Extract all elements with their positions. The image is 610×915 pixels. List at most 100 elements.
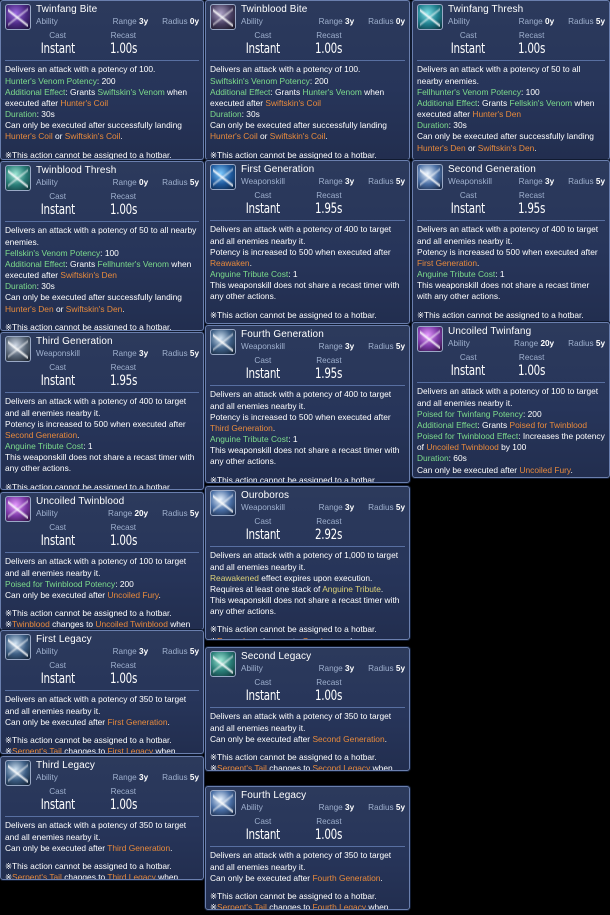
description-line: ※This action cannot be assigned to a hot…	[5, 735, 199, 746]
action-type: Ability	[36, 16, 58, 26]
radius-label: Radius	[162, 348, 190, 358]
cast-value: Instant	[40, 532, 75, 549]
desc-fragment: Additional Effect	[5, 86, 66, 97]
cast-value-wrap: Instant	[210, 688, 300, 706]
desc-fragment: Can only be executed after	[210, 872, 313, 883]
radius-value: 5y	[189, 772, 199, 782]
cast-recast-values: Instant 1.00s	[210, 827, 405, 845]
radius-value: 5y	[395, 176, 405, 186]
cast-value-wrap: Instant	[5, 41, 94, 59]
desc-fragment: Delivers an attack with a potency of 100…	[5, 64, 156, 75]
desc-fragment: Fellhunter's Venom	[97, 258, 169, 269]
tooltip-header: Third Legacy Ability Range 3y Radius 5y	[5, 760, 199, 786]
action-name: First Legacy	[36, 634, 92, 645]
desc-fragment: Uncoiled Twinblood	[426, 442, 499, 453]
desc-fragment: changes to	[61, 872, 108, 880]
range-value: 20y	[134, 508, 149, 518]
header-block: Ouroboros Weaponskill Range 3y Radius 5y	[241, 490, 405, 513]
desc-fragment: or	[257, 131, 270, 142]
cast-recast-values: Instant 1.00s	[5, 533, 199, 551]
radius-stat: Radius 5y	[368, 342, 405, 353]
description-line: Potency is increased to 500 when execute…	[210, 247, 405, 269]
description: Delivers an attack with a potency of 100…	[5, 556, 199, 630]
cast-value-wrap: Instant	[5, 797, 94, 815]
action-name: Twinfang Thresh	[448, 4, 524, 15]
desc-fragment: : 100	[100, 247, 119, 258]
divider	[210, 707, 405, 709]
cast-value: Instant	[40, 372, 75, 389]
cast-recast-values: Instant 1.95s	[417, 201, 605, 219]
radius-value: 0y	[395, 16, 405, 26]
desc-fragment: changes to	[49, 619, 96, 630]
action-type: Ability	[241, 663, 263, 673]
desc-fragment: Can only be executed after successfully …	[210, 120, 387, 131]
recast-value-wrap: 1.00s	[94, 671, 152, 689]
description-line: Delivers an attack with a potency of 50 …	[417, 64, 605, 86]
cast-value-wrap: Instant	[5, 202, 94, 220]
action-type: Ability	[36, 646, 58, 656]
desc-fragment: Ouroboros	[302, 636, 342, 639]
action-name: Third Legacy	[36, 760, 96, 771]
desc-fragment: changes to	[61, 746, 108, 754]
cast-recast-block: Cast Recast Instant 1.00s	[5, 661, 199, 688]
range-stat: Range 3y	[113, 17, 149, 28]
radius-stat: Radius 5y	[568, 17, 605, 28]
desc-fragment: Hunter's Venom	[302, 86, 362, 97]
radius-label: Radius	[368, 502, 396, 512]
recast-value-wrap: 1.00s	[503, 363, 559, 381]
range-value: 3y	[345, 341, 355, 351]
desc-fragment: .	[380, 583, 384, 594]
description-line: Hunter's Venom Potency: 200	[5, 76, 199, 87]
desc-fragment: Swiftskin's Venom Potency	[210, 75, 310, 86]
cast-value-wrap: Instant	[210, 366, 300, 384]
desc-fragment: Delivers an attack with a potency of 350…	[210, 711, 392, 733]
range-label: Range	[112, 772, 140, 782]
action-icon	[5, 496, 31, 522]
desc-fragment: Anguine Tribute Cost	[5, 441, 84, 452]
radius-stat: Radius 5y	[162, 349, 199, 360]
desc-fragment: Second Generation	[5, 429, 78, 440]
action-meta-row: Ability Range 3y Radius 5y	[241, 803, 405, 814]
radius-value: 5y	[395, 802, 405, 812]
action-name: Uncoiled Twinfang	[448, 326, 532, 337]
tooltip-first-legacy: First Legacy Ability Range 3y Radius 5y Cast…	[0, 630, 204, 754]
divider	[417, 60, 605, 62]
recast-value: 1.00s	[109, 40, 137, 57]
cast-recast-block: Cast Recast Instant 1.00s	[5, 787, 199, 814]
recast-value: 1.95s	[518, 200, 546, 217]
description: Delivers an attack with a potency of 350…	[5, 820, 199, 880]
description-line: ※Steel Fangs and Steel Maw change to Fir…	[210, 321, 405, 323]
description-line: ※This action cannot be assigned to a hot…	[5, 150, 199, 159]
cast-recast-values: Instant 1.00s	[417, 363, 605, 381]
desc-fragment: Potency is increased to 500 when execute…	[210, 411, 391, 422]
description-line: ※Reawaken changes to Ouroboros when requ…	[210, 636, 405, 639]
action-icon	[210, 490, 236, 516]
description: Delivers an attack with a potency of 400…	[210, 389, 405, 482]
tooltip-second-legacy: Second Legacy Ability Range 3y Radius 5y Cas…	[205, 647, 410, 771]
desc-fragment: This weaponskill does not share a recast…	[210, 595, 400, 617]
divider	[5, 221, 199, 223]
description-line: ※Serpent's Tail changes to Fourth Legacy…	[210, 902, 405, 910]
action-type: Weaponskill	[241, 502, 285, 512]
radius-value: 5y	[189, 348, 199, 358]
recast-value-wrap: 1.00s	[300, 688, 359, 706]
desc-fragment: Delivers an attack with a potency of 100…	[210, 64, 361, 75]
tooltip-fourth-generation: Fourth Generation Weaponskill Range 3y Radi…	[205, 325, 410, 483]
header-block: Second Legacy Ability Range 3y Radius 5y	[241, 651, 405, 674]
desc-fragment: Duration	[5, 281, 37, 292]
desc-fragment: : 200	[309, 75, 329, 86]
desc-fragment: Uncoiled Fury	[107, 589, 159, 600]
cast-value-wrap: Instant	[210, 201, 300, 219]
description-line: Poised for Twinblood Effect: Increases t…	[417, 431, 605, 453]
cast-recast-block: Cast Recast Instant 1.00s	[210, 817, 405, 844]
cast-recast-block: Cast Recast Instant 1.95s	[417, 191, 605, 218]
desc-fragment: change to	[319, 321, 360, 323]
desc-fragment: This weaponskill does not share a recast…	[417, 280, 590, 302]
cast-recast-values: Instant 1.00s	[210, 41, 405, 59]
desc-fragment: Swiftskin's Coil	[265, 97, 321, 108]
desc-fragment: changes to	[266, 902, 313, 910]
tooltip-first-generation: First Generation Weaponskill Range 3y Radiu…	[205, 160, 410, 324]
range-label: Range	[112, 177, 140, 187]
desc-fragment: ※	[5, 619, 13, 630]
